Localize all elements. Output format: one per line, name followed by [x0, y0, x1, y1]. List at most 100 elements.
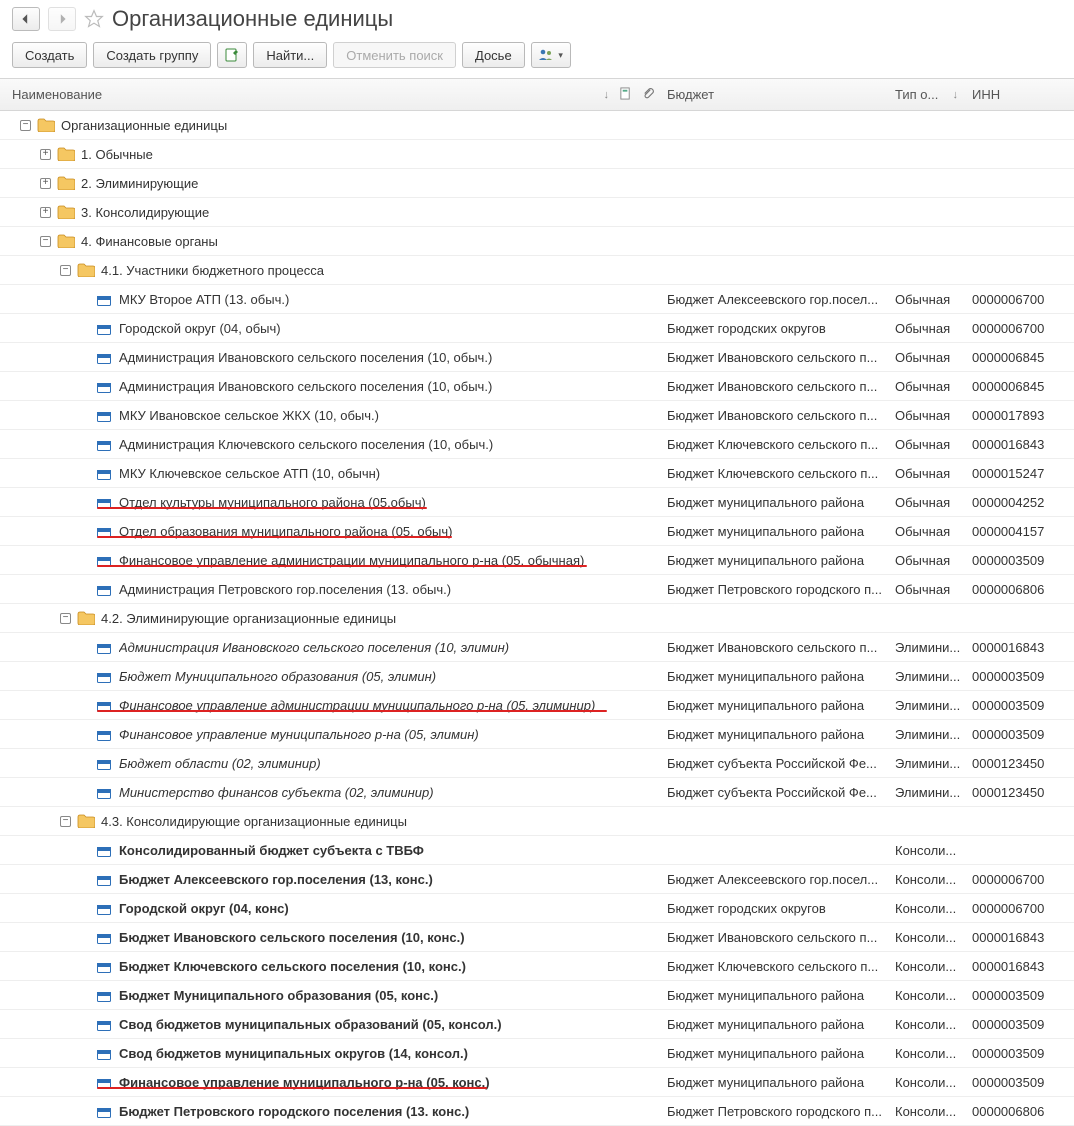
tree-item-row[interactable]: Бюджет Петровского городского поселения …	[0, 1097, 1074, 1126]
tree-item-row[interactable]: Администрация Ключевского сельского посе…	[0, 430, 1074, 459]
row-type: Обычная	[889, 437, 964, 452]
tree-item-row[interactable]: Финансовое управление администрации муни…	[0, 691, 1074, 720]
row-inn: 0000004157	[964, 524, 1074, 539]
row-name: Консолидированный бюджет субъекта с ТВБФ	[119, 843, 424, 858]
col-header-type[interactable]: Тип о... ↓	[889, 87, 964, 102]
row-type: Обычная	[889, 292, 964, 307]
row-name: Администрация Ключевского сельского посе…	[119, 437, 493, 452]
nav-back-button[interactable]	[12, 7, 40, 31]
refresh-button[interactable]	[217, 42, 247, 68]
tree-expander[interactable]: −	[60, 816, 71, 827]
col-header-inn[interactable]: ИНН	[964, 87, 1074, 102]
tree-folder-row[interactable]: −4.3. Консолидирующие организационные ед…	[0, 807, 1074, 836]
tree-folder-row[interactable]: +1. Обычные	[0, 140, 1074, 169]
tree-item-row[interactable]: Отдел образования муниципального района …	[0, 517, 1074, 546]
col-header-budget[interactable]: Бюджет	[659, 87, 889, 102]
tree-expander[interactable]: −	[40, 236, 51, 247]
item-icon	[97, 932, 111, 942]
tree-item-row[interactable]: Администрация Петровского гор.поселения …	[0, 575, 1074, 604]
row-name: Городской округ (04, обыч)	[119, 321, 281, 336]
row-inn: 0000003509	[964, 553, 1074, 568]
tree-item-row[interactable]: Городской округ (04, обыч)Бюджет городск…	[0, 314, 1074, 343]
tree-item-row[interactable]: Консолидированный бюджет субъекта с ТВБФ…	[0, 836, 1074, 865]
tree-folder-row[interactable]: −4. Финансовые органы	[0, 227, 1074, 256]
row-type: Элимини...	[889, 640, 964, 655]
row-inn: 0000003509	[964, 1017, 1074, 1032]
tree-item-row[interactable]: Финансовое управление муниципального р-н…	[0, 1068, 1074, 1097]
col-header-marker[interactable]	[615, 87, 635, 103]
tree-item-row[interactable]: Бюджет Ивановского сельского поселения (…	[0, 923, 1074, 952]
tree-expander[interactable]: +	[40, 178, 51, 189]
row-budget: Бюджет муниципального района	[659, 1017, 889, 1032]
tree-item-row[interactable]: Отдел культуры муниципального района (05…	[0, 488, 1074, 517]
tree-item-row[interactable]: Бюджет Ключевского сельского поселения (…	[0, 952, 1074, 981]
row-budget: Бюджет Алексеевского гор.посел...	[659, 872, 889, 887]
tree-item-row[interactable]: Бюджет Алексеевского гор.поселения (13, …	[0, 865, 1074, 894]
tree-folder-row[interactable]: −Организационные единицы	[0, 111, 1074, 140]
create-button[interactable]: Создать	[12, 42, 87, 68]
tree-expander[interactable]: −	[20, 120, 31, 131]
item-icon	[97, 1019, 111, 1029]
tree-item-row[interactable]: Администрация Ивановского сельского посе…	[0, 343, 1074, 372]
folder-icon	[57, 234, 75, 248]
row-type: Обычная	[889, 553, 964, 568]
row-budget: Бюджет Ключевского сельского п...	[659, 437, 889, 452]
tree-item-row[interactable]: МКУ Ивановское сельское ЖКХ (10, обыч.)Б…	[0, 401, 1074, 430]
row-type: Обычная	[889, 466, 964, 481]
row-name: Министерство финансов субъекта (02, элим…	[119, 785, 434, 800]
row-inn: 0000006806	[964, 582, 1074, 597]
tree-item-row[interactable]: Финансовое управление администрации муни…	[0, 546, 1074, 575]
tree-item-row[interactable]: Министерство финансов субъекта (02, элим…	[0, 778, 1074, 807]
row-inn: 0000006700	[964, 901, 1074, 916]
tree-item-row[interactable]: Городской округ (04, конс)Бюджет городск…	[0, 894, 1074, 923]
create-group-button[interactable]: Создать группу	[93, 42, 211, 68]
row-name: Администрация Ивановского сельского посе…	[119, 640, 509, 655]
row-budget: Бюджет муниципального района	[659, 988, 889, 1003]
row-inn: 0000006845	[964, 379, 1074, 394]
tree-item-row[interactable]: Свод бюджетов муниципальных округов (14,…	[0, 1039, 1074, 1068]
row-type: Обычная	[889, 582, 964, 597]
tree-expander[interactable]: +	[40, 149, 51, 160]
row-inn: 0000003509	[964, 698, 1074, 713]
tree-item-row[interactable]: Администрация Ивановского сельского посе…	[0, 633, 1074, 662]
tree-expander[interactable]: +	[40, 207, 51, 218]
row-budget: Бюджет субъекта Российской Фе...	[659, 785, 889, 800]
item-icon	[97, 671, 111, 681]
tree-item-row[interactable]: МКУ Ключевское сельское АТП (10, обычн)Б…	[0, 459, 1074, 488]
row-type: Обычная	[889, 321, 964, 336]
refresh-icon	[224, 47, 240, 63]
row-budget: Бюджет Ивановского сельского п...	[659, 640, 889, 655]
col-header-attach[interactable]	[635, 87, 659, 103]
row-inn: 0000006700	[964, 292, 1074, 307]
tree-item-row[interactable]: Свод бюджетов муниципальных образований …	[0, 1010, 1074, 1039]
tree-folder-row[interactable]: −4.1. Участники бюджетного процесса	[0, 256, 1074, 285]
row-budget: Бюджет Ивановского сельского п...	[659, 379, 889, 394]
tree-folder-row[interactable]: +3. Консолидирующие	[0, 198, 1074, 227]
tree-item-row[interactable]: Администрация Ивановского сельского посе…	[0, 372, 1074, 401]
item-icon	[97, 584, 111, 594]
row-budget: Бюджет субъекта Российской Фе...	[659, 756, 889, 771]
row-name: Бюджет области (02, элиминир)	[119, 756, 321, 771]
item-icon	[97, 294, 111, 304]
tree-folder-row[interactable]: −4.2. Элиминирующие организационные един…	[0, 604, 1074, 633]
tree-item-row[interactable]: Бюджет области (02, элиминир) Бюджет субъ…	[0, 749, 1074, 778]
tree-item-row[interactable]: Бюджет Муниципального образования (05, э…	[0, 662, 1074, 691]
row-name: Свод бюджетов муниципальных округов (14,…	[119, 1046, 468, 1061]
favorite-star-icon[interactable]	[84, 9, 104, 29]
chevron-down-icon: ▾	[558, 50, 563, 61]
find-button[interactable]: Найти...	[253, 42, 327, 68]
row-budget: Бюджет муниципального района	[659, 1075, 889, 1090]
tree-item-row[interactable]: Бюджет Муниципального образования (05, к…	[0, 981, 1074, 1010]
folder-icon	[57, 176, 75, 190]
row-inn: 0000003509	[964, 1075, 1074, 1090]
col-header-name[interactable]: Наименование ↓	[0, 87, 615, 102]
dossier-button[interactable]: Досье	[462, 42, 525, 68]
tree-folder-row[interactable]: +2. Элиминирующие	[0, 169, 1074, 198]
users-menu-button[interactable]: ▾	[531, 42, 571, 68]
cancel-find-button: Отменить поиск	[333, 42, 456, 68]
item-icon	[97, 323, 111, 333]
tree-item-row[interactable]: МКУ Второе АТП (13. обыч.)Бюджет Алексее…	[0, 285, 1074, 314]
tree-expander[interactable]: −	[60, 265, 71, 276]
tree-expander[interactable]: −	[60, 613, 71, 624]
tree-item-row[interactable]: Финансовое управление муниципального р-н…	[0, 720, 1074, 749]
